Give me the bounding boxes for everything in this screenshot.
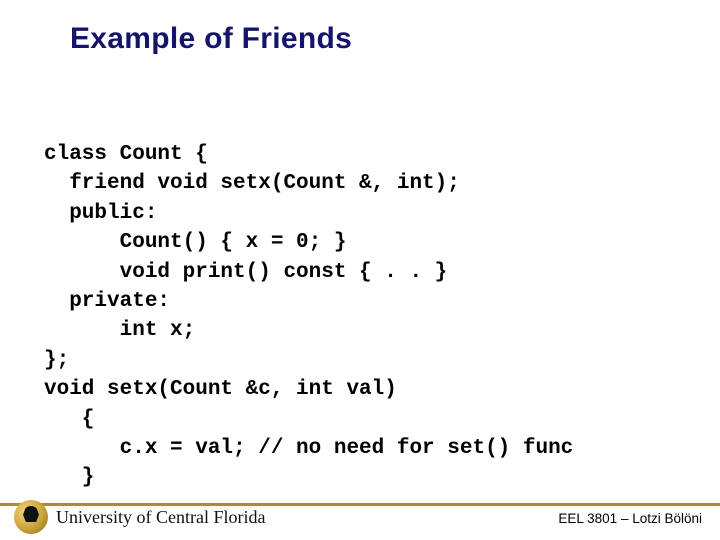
code-line: Count() { x = 0; }: [44, 231, 346, 254]
ucf-seal-icon: [14, 500, 48, 534]
code-line: }: [44, 466, 94, 489]
footer: University of Central Florida EEL 3801 –…: [0, 496, 720, 540]
university-name: University of Central Florida: [56, 507, 265, 528]
code-line: friend void setx(Count &, int);: [44, 172, 460, 195]
code-line: void print() const { . . }: [44, 261, 447, 284]
course-label: EEL 3801 – Lotzi Bölöni: [558, 511, 702, 526]
code-line: void setx(Count &c, int val): [44, 378, 397, 401]
slide-title: Example of Friends: [70, 22, 352, 56]
code-line: };: [44, 349, 69, 372]
code-line: class Count {: [44, 143, 208, 166]
code-line: private:: [44, 290, 170, 313]
code-line: c.x = val; // no need for set() func: [44, 437, 573, 460]
slide: Example of Friends class Count { friend …: [0, 0, 720, 540]
code-line: int x;: [44, 319, 195, 342]
code-block: class Count { friend void setx(Count &, …: [44, 140, 690, 493]
code-line: public:: [44, 202, 157, 225]
code-line: {: [44, 408, 94, 431]
footer-logo-group: University of Central Florida: [14, 500, 265, 534]
